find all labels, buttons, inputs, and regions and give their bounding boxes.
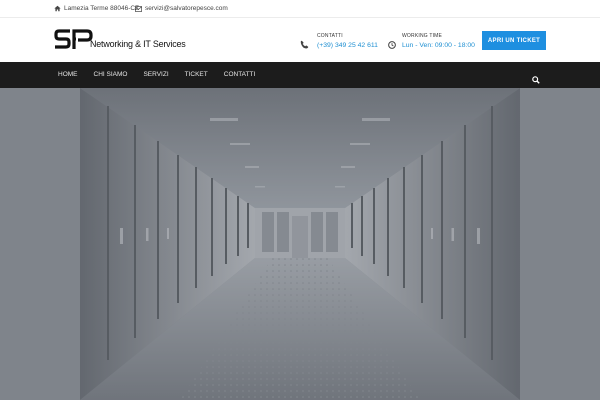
logo-text: Networking & IT Services xyxy=(90,39,186,50)
hero-banner xyxy=(0,88,600,400)
nav-item-home[interactable]: HOME xyxy=(50,62,86,88)
site-logo[interactable]: Networking & IT Services xyxy=(54,28,194,54)
nav-item-contatti[interactable]: CONTATTI xyxy=(216,62,264,88)
site-header: Networking & IT Services CONTATTI (+39) … xyxy=(0,19,600,62)
nav-item-ticket[interactable]: TICKET xyxy=(177,62,216,88)
home-icon xyxy=(54,5,61,12)
phone-icon xyxy=(300,36,309,54)
clock-icon xyxy=(388,36,396,54)
contact-label: CONTATTI xyxy=(317,33,343,39)
location-text: Lamezia Terme 88046-CZ xyxy=(64,5,140,12)
location-info: Lamezia Terme 88046-CZ xyxy=(54,5,139,12)
email-text[interactable]: servizi@salvatorepesce.com xyxy=(145,5,228,12)
working-time-label: WORKING TIME xyxy=(402,33,443,39)
email-info[interactable]: servizi@salvatorepesce.com xyxy=(135,5,228,12)
top-bar: Lamezia Terme 88046-CZ servizi@salvatore… xyxy=(0,0,600,18)
working-time-info: WORKING TIME Lun - Ven: 09:00 - 18:00 xyxy=(402,33,475,49)
search-icon[interactable] xyxy=(532,71,540,89)
envelope-icon xyxy=(135,5,142,12)
contact-phone[interactable]: (+39) 349 25 42 611 xyxy=(317,42,378,49)
data-center-image xyxy=(0,88,600,400)
nav-item-servizi[interactable]: SERVIZI xyxy=(135,62,176,88)
nav-menu: HOME CHI SIAMO SERVIZI TICKET CONTATTI xyxy=(50,62,263,88)
nav-item-chi-siamo[interactable]: CHI SIAMO xyxy=(86,62,136,88)
open-ticket-button[interactable]: APRI UN TICKET xyxy=(482,31,546,50)
working-time-value: Lun - Ven: 09:00 - 18:00 xyxy=(402,42,475,49)
contact-info: CONTATTI (+39) 349 25 42 611 xyxy=(317,33,378,49)
main-nav: HOME CHI SIAMO SERVIZI TICKET CONTATTI xyxy=(0,62,600,88)
